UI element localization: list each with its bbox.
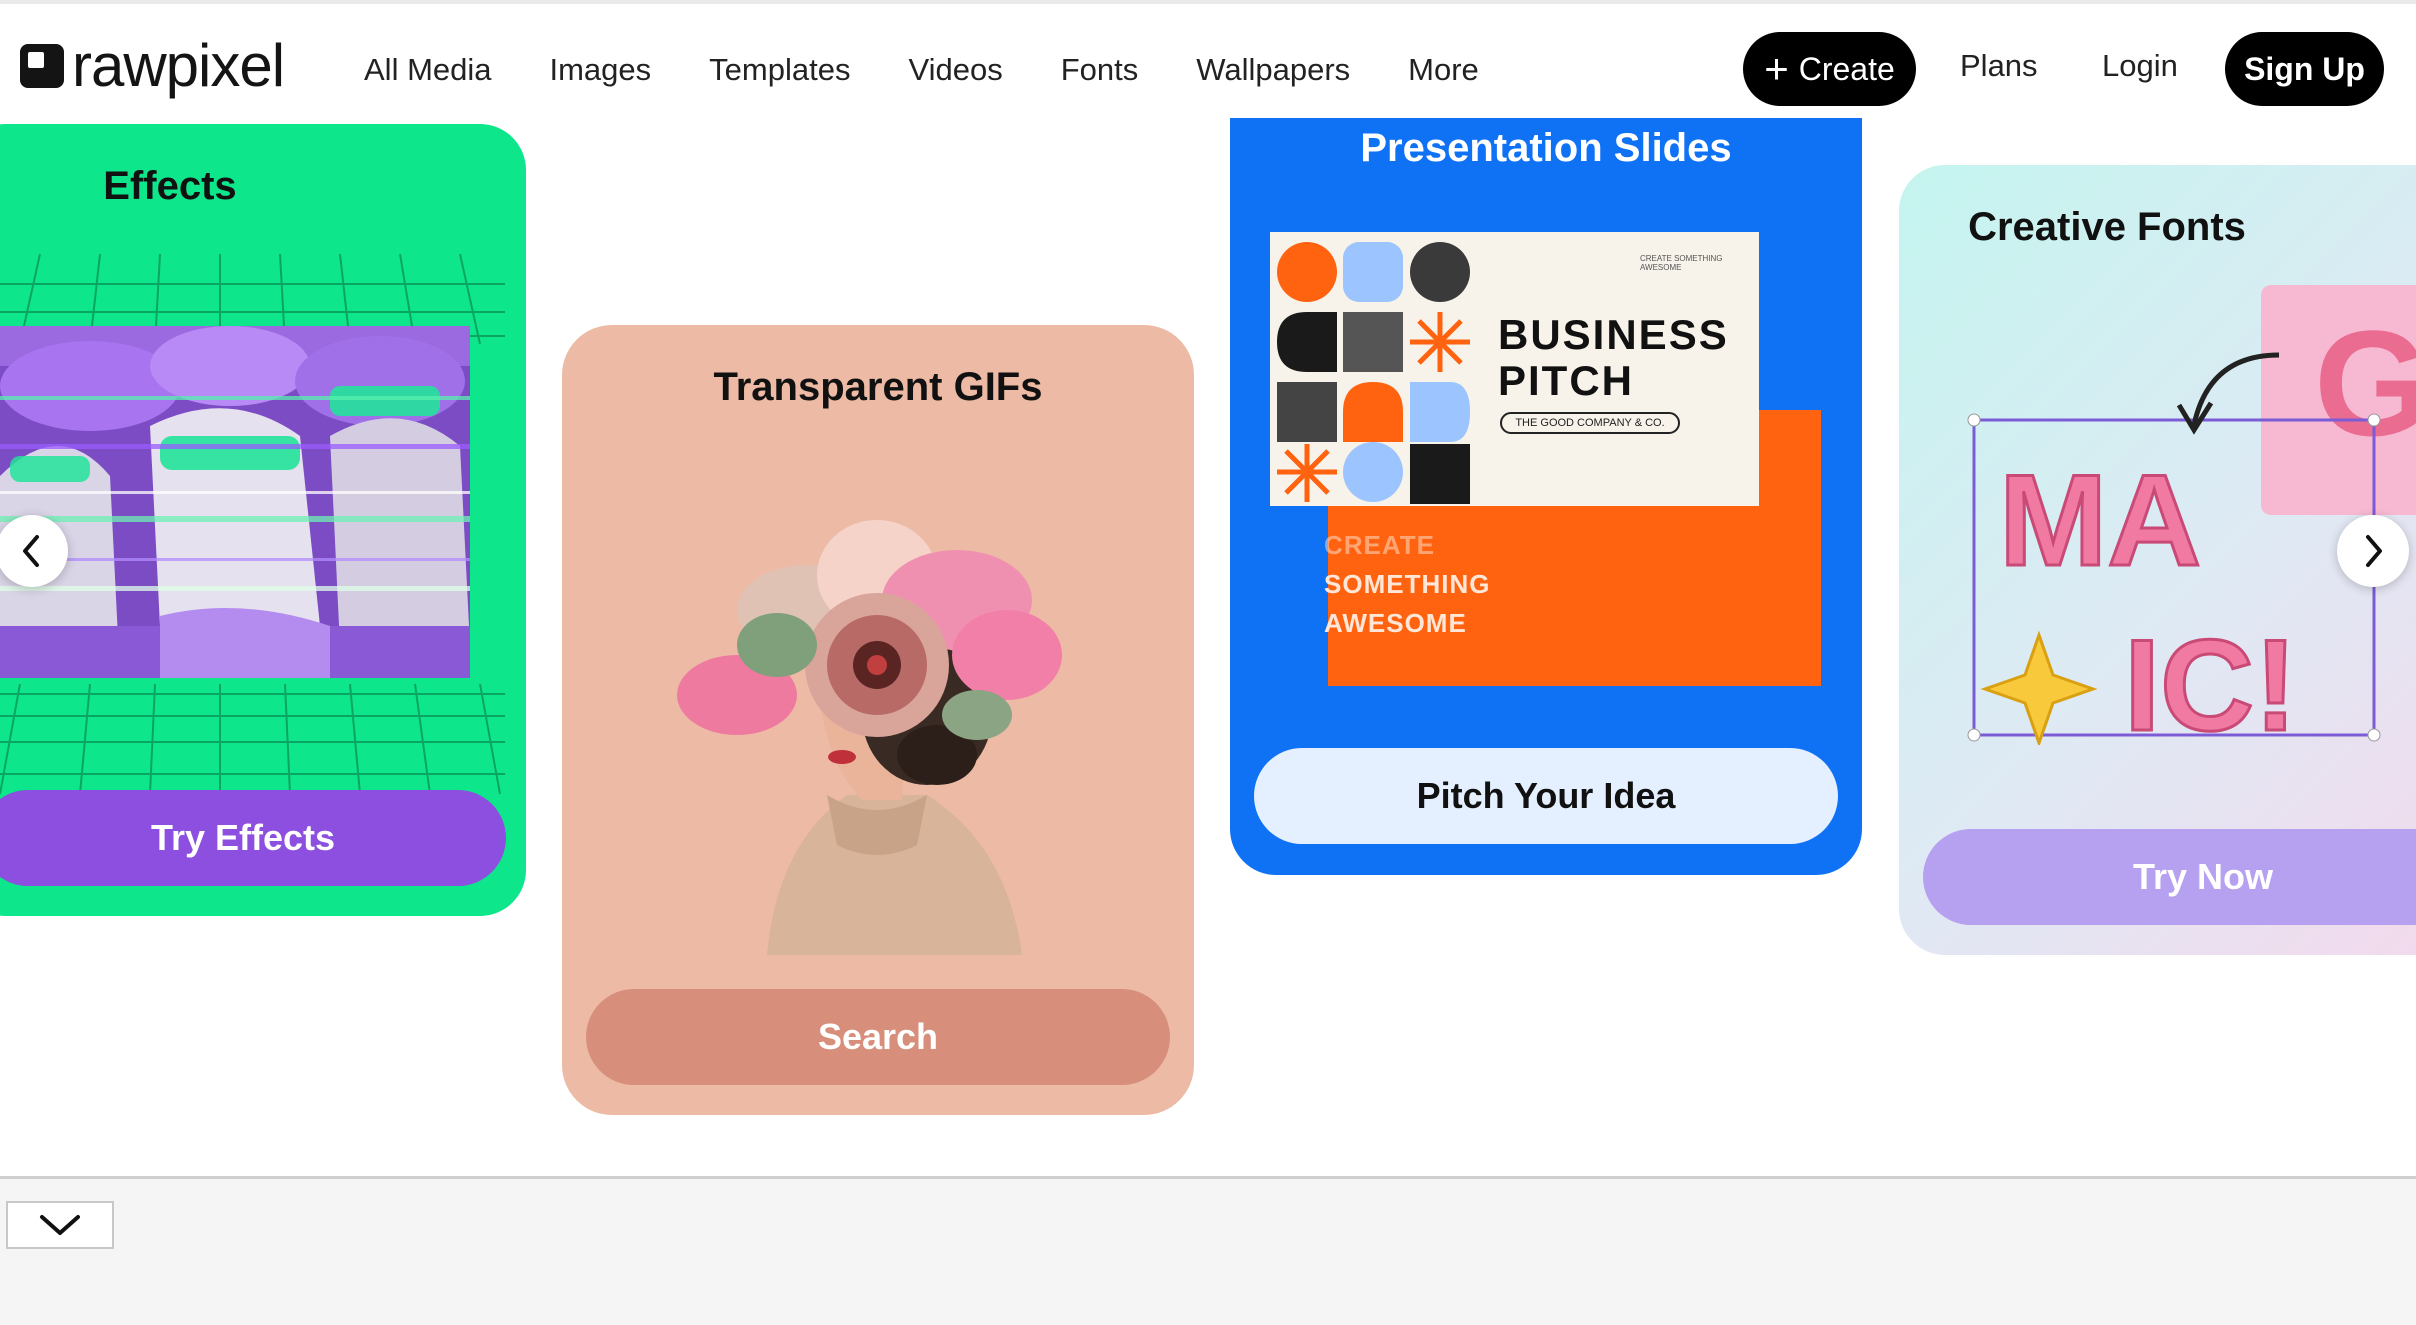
- nav-link-images[interactable]: Images: [550, 52, 652, 88]
- creative-fonts-card-title: Creative Fonts: [1968, 205, 2246, 249]
- sign-up-button[interactable]: Sign Up: [2225, 32, 2384, 106]
- try-now-button[interactable]: Try Now: [1923, 829, 2416, 925]
- nav-link-wallpapers[interactable]: Wallpapers: [1196, 52, 1350, 88]
- business-pitch-slide-preview: CREATE SOMETHING AWESOME BUSINESS PITCH …: [1270, 232, 1759, 506]
- art-text-ma: MA: [1999, 447, 2201, 593]
- effects-card-title: Effects: [103, 164, 237, 208]
- presentation-slides-card-title: Presentation Slides: [1360, 126, 1732, 170]
- chevron-left-icon: [23, 535, 39, 567]
- nav-link-videos[interactable]: Videos: [908, 52, 1002, 88]
- pitch-your-idea-button[interactable]: Pitch Your Idea: [1254, 748, 1838, 844]
- glitch-statues-image: [0, 326, 470, 678]
- create-button[interactable]: + Create: [1743, 32, 1916, 106]
- slide-shapes-graphic: [1277, 242, 1470, 504]
- transparent-gifs-card-title: Transparent GIFs: [713, 365, 1043, 409]
- try-effects-button[interactable]: Try Effects: [0, 790, 506, 886]
- art-letter-g: G: [2314, 299, 2416, 467]
- nav-link-more[interactable]: More: [1408, 52, 1479, 88]
- nav-link-templates[interactable]: Templates: [709, 52, 850, 88]
- orange-slide-line-2: SOMETHING: [1324, 569, 1491, 599]
- slide-company-pill: THE GOOD COMPANY & CO.: [1500, 412, 1680, 434]
- slide-heading: BUSINESS PITCH: [1498, 312, 1729, 404]
- carousel-next-button[interactable]: [2337, 515, 2409, 587]
- orange-slide-line-1: CREATE: [1324, 530, 1435, 560]
- chevron-right-icon: [2366, 535, 2382, 567]
- art-text-ic: IC!: [2124, 612, 2297, 745]
- login-link[interactable]: Login: [2102, 48, 2178, 84]
- collapse-panel-button[interactable]: [6, 1201, 114, 1249]
- search-gifs-button[interactable]: Search: [586, 989, 1170, 1085]
- slide-heading-line-1: BUSINESS: [1498, 311, 1729, 358]
- effects-card[interactable]: Effects Try Effects: [0, 124, 526, 916]
- nav-links: All Media Images Templates Videos Fonts …: [364, 44, 1537, 96]
- orange-slide-line-3: AWESOME: [1324, 608, 1467, 638]
- bottom-panel: [0, 1176, 2416, 1325]
- slide-heading-line-2: PITCH: [1498, 357, 1634, 404]
- create-button-label: Create: [1798, 50, 1895, 87]
- flower-woman-collage-image: [677, 520, 1062, 955]
- top-navigation: rawpixel All Media Images Templates Vide…: [0, 4, 2416, 126]
- chevron-down-icon: [40, 1215, 80, 1235]
- nav-link-fonts[interactable]: Fonts: [1061, 52, 1139, 88]
- presentation-slides-card[interactable]: Presentation Slides CREATE SOMETHING AWE…: [1230, 118, 1862, 875]
- orange-slide-text: CREATE SOMETHING AWESOME: [1324, 526, 1490, 643]
- logo-mark-icon: [20, 44, 64, 88]
- rawpixel-logo[interactable]: rawpixel: [20, 32, 285, 99]
- nav-link-all-media[interactable]: All Media: [364, 52, 492, 88]
- transparent-gifs-card[interactable]: Transparent GIFs Search: [562, 325, 1194, 1115]
- plus-icon: +: [1764, 45, 1789, 92]
- plans-link[interactable]: Plans: [1960, 48, 2038, 84]
- logo-text: rawpixel: [72, 32, 285, 99]
- donut-letters-magic-graphic: G MA IC!: [1967, 285, 2416, 745]
- slide-tagline: CREATE SOMETHING AWESOME: [1640, 254, 1723, 272]
